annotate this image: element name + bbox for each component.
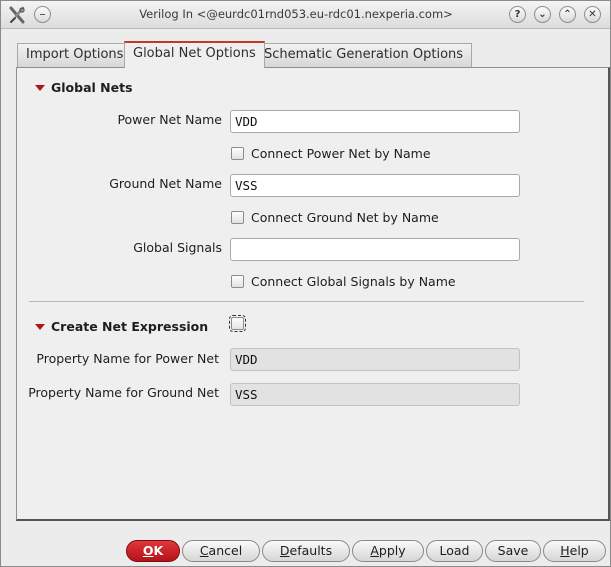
help-button[interactable]: Help: [543, 540, 606, 562]
global-signals-input[interactable]: [230, 238, 520, 261]
connect-power-checkbox[interactable]: [231, 147, 244, 160]
cancel-button[interactable]: Cancel: [182, 540, 260, 562]
connect-global-signals-label[interactable]: Connect Global Signals by Name: [251, 274, 456, 289]
collapse-triangle-icon[interactable]: [35, 85, 45, 91]
ground-prop-label: Property Name for Ground Net: [28, 385, 219, 400]
ground-net-label: Ground Net Name: [109, 176, 222, 191]
load-button[interactable]: Load: [426, 540, 483, 562]
connect-power-label[interactable]: Connect Power Net by Name: [251, 146, 431, 161]
connect-ground-checkbox[interactable]: [231, 211, 244, 224]
maximize-icon[interactable]: ⌃: [559, 6, 576, 23]
title-bar[interactable]: Verilog In <@eurdc01rnd053.eu-rdc01.nexp…: [1, 1, 610, 29]
create-net-expression-checkbox[interactable]: [229, 315, 246, 332]
create-net-expression-heading: Create Net Expression: [51, 319, 209, 334]
tab-global-net-options[interactable]: Global Net Options: [124, 41, 265, 68]
help-icon[interactable]: ?: [509, 6, 526, 23]
global-signals-label: Global Signals: [133, 240, 222, 255]
power-prop-label: Property Name for Power Net: [36, 351, 219, 366]
tab-schematic-generation-options[interactable]: Schematic Generation Options: [255, 43, 473, 67]
minimize-icon[interactable]: ⌄: [534, 6, 551, 23]
window-title: Verilog In <@eurdc01rnd053.eu-rdc01.nexp…: [139, 7, 453, 21]
tab-import-options[interactable]: Import Options: [17, 43, 133, 67]
window-menu-icon[interactable]: [34, 6, 51, 23]
verilog-in-dialog: Verilog In <@eurdc01rnd053.eu-rdc01.nexp…: [0, 0, 611, 567]
apply-button[interactable]: Apply: [352, 540, 424, 562]
app-tool-icon[interactable]: [7, 5, 27, 25]
defaults-button[interactable]: Defaults: [262, 540, 350, 562]
close-icon[interactable]: ✕: [584, 6, 601, 23]
power-prop-input: VDD: [230, 348, 520, 371]
save-button[interactable]: Save: [485, 540, 541, 562]
ok-button[interactable]: OK: [126, 540, 180, 562]
collapse-triangle-icon[interactable]: [35, 324, 45, 330]
connect-global-signals-checkbox[interactable]: [231, 275, 244, 288]
power-net-label: Power Net Name: [117, 112, 222, 127]
tab-panel: [16, 67, 610, 521]
power-net-input[interactable]: VDD: [230, 110, 520, 133]
ground-net-input[interactable]: VSS: [230, 174, 520, 197]
ground-prop-input: VSS: [230, 383, 520, 406]
section-divider: [29, 301, 584, 302]
global-nets-heading: Global Nets: [51, 80, 133, 95]
connect-ground-label[interactable]: Connect Ground Net by Name: [251, 210, 439, 225]
